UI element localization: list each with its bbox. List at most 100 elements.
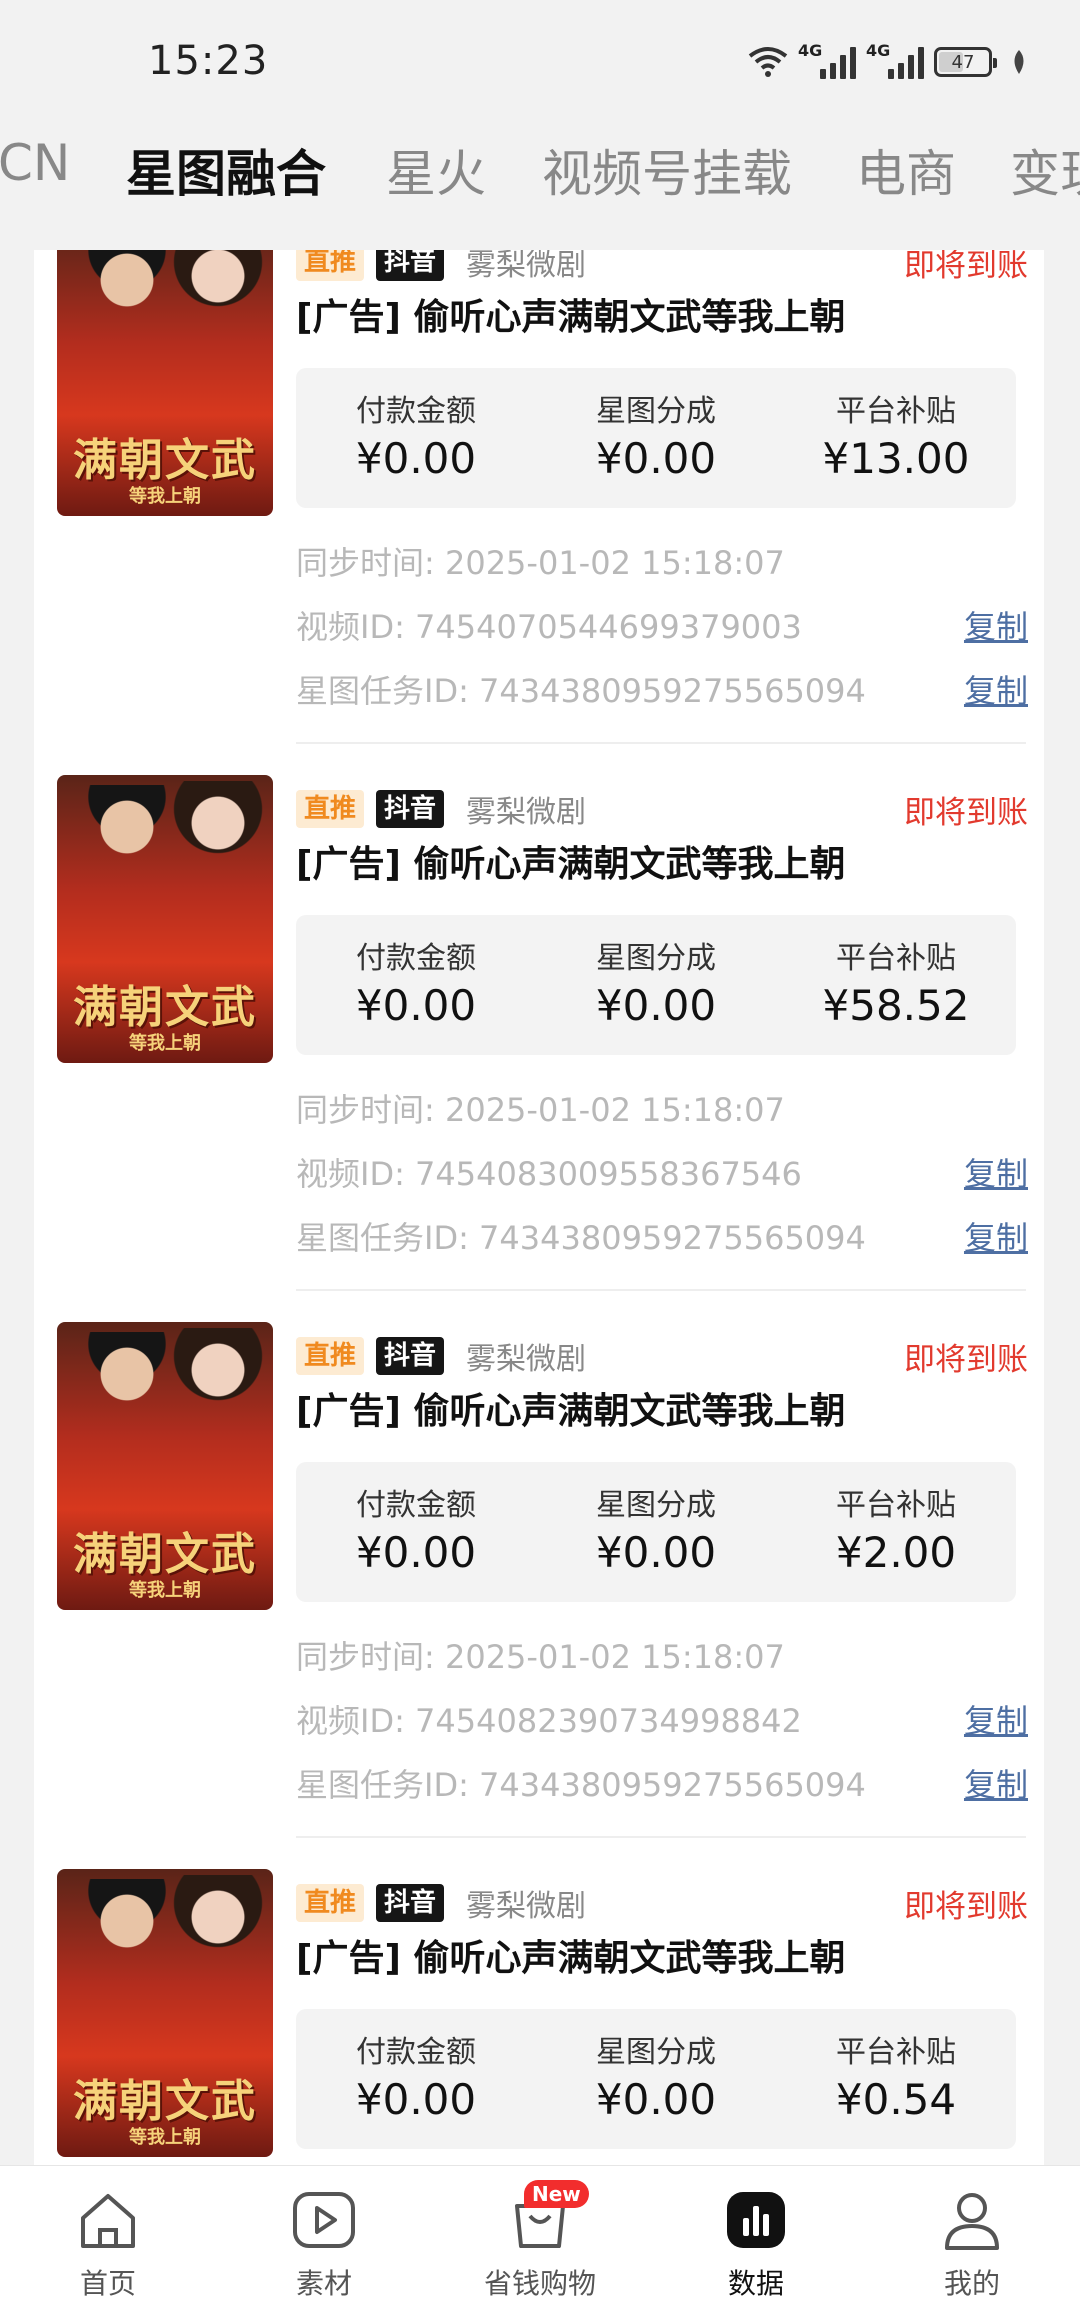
copy-task-id-button[interactable]: 复制: [964, 1760, 1028, 1806]
status-time: 15:23: [148, 38, 269, 84]
wifi-icon: [748, 47, 788, 77]
share-label: 星图分成: [596, 2035, 716, 2070]
tag-row: 直推 抖音 雾梨微剧: [296, 1883, 586, 1924]
task-id: 星图任务ID: 7434380959275565094: [296, 672, 866, 710]
tab-video-mount[interactable]: 视频号挂载: [542, 134, 792, 206]
order-list: 满朝文武 等我上朝 直推 抖音 雾梨微剧 即将到账 [广告] 偷听心声满朝文武等…: [34, 250, 1044, 2165]
task-id: 星图任务ID: 7434380959275565094: [296, 1219, 866, 1257]
copy-video-id-button[interactable]: 复制: [964, 602, 1028, 648]
item-title: [广告] 偷听心声满朝文武等我上朝: [296, 1938, 846, 1979]
subsidy-label: 平台补贴: [836, 2035, 956, 2070]
pay-amount: ¥0.00: [355, 1528, 477, 1577]
copy-task-id-button[interactable]: 复制: [964, 1213, 1028, 1259]
amount-panel: 付款金额 ¥0.00 星图分成 ¥0.00 平台补贴 ¥13.00: [296, 368, 1016, 508]
tab-xingtu-fusion[interactable]: 星图融合: [126, 134, 326, 206]
share-amount: ¥0.00: [595, 981, 717, 1030]
subsidy-amount: ¥0.54: [835, 2075, 957, 2124]
tab-xinghuo[interactable]: 星火: [386, 134, 486, 206]
list-item[interactable]: 满朝文武 等我上朝 直推 抖音 雾梨微剧 即将到账 [广告] 偷听心声满朝文武等…: [34, 775, 1044, 1322]
douyin-badge: 抖音: [376, 1337, 445, 1375]
source-name: 雾梨微剧: [466, 795, 587, 830]
top-tab-bar: CN 星图融合 星火 视频号挂载 电商 变现: [0, 120, 1080, 250]
item-title: [广告] 偷听心声满朝文武等我上朝: [296, 844, 846, 885]
task-id: 星图任务ID: 7434380959275565094: [296, 1766, 866, 1804]
tag-row: 直推 抖音 雾梨微剧: [296, 1336, 587, 1377]
new-badge: New: [524, 2180, 589, 2208]
copy-task-id-button[interactable]: 复制: [964, 666, 1028, 712]
share-amount: ¥0.00: [595, 2075, 717, 2124]
drama-poster[interactable]: 满朝文武 等我上朝: [57, 1869, 273, 2157]
pay-label: 付款金额: [356, 1488, 476, 1523]
subsidy-label: 平台补贴: [836, 941, 956, 976]
drama-poster[interactable]: 满朝文武 等我上朝: [57, 250, 273, 516]
pay-amount: ¥0.00: [355, 2075, 477, 2124]
sync-time: 同步时间: 2025-01-02 15:18:07: [296, 544, 785, 582]
tag-row: 直推 抖音 雾梨微剧: [296, 789, 587, 830]
copy-video-id-button[interactable]: 复制: [964, 1149, 1028, 1195]
amount-panel: 付款金额 ¥0.00 星图分成 ¥0.00 平台补贴 ¥58.52: [296, 915, 1016, 1055]
home-icon: [81, 2194, 135, 2248]
tab-ecommerce[interactable]: 电商: [856, 134, 956, 206]
source-name: 雾梨微剧: [466, 1342, 587, 1377]
video-id: 视频ID: 7454082390734998842: [296, 1702, 802, 1740]
nav-mine[interactable]: 我的: [864, 2166, 1080, 2310]
status-badge: 即将到账: [904, 1342, 1028, 1378]
drama-poster[interactable]: 满朝文武 等我上朝: [57, 1322, 273, 1610]
share-amount: ¥0.00: [595, 434, 717, 483]
status-bar: 15:23 4G 4G 47: [0, 0, 1080, 120]
cell-signal-icon: 4G: [866, 41, 924, 79]
direct-push-badge: 直推: [296, 250, 365, 281]
sync-time: 同步时间: 2025-01-02 15:18:07: [296, 1091, 785, 1129]
video-id: 视频ID: 7454083009558367546: [296, 1155, 802, 1193]
item-title: [广告] 偷听心声满朝文武等我上朝: [296, 1391, 846, 1432]
user-icon: [945, 2193, 999, 2250]
list-item[interactable]: 满朝文武 等我上朝 直推 抖音 雾梨微剧 即将到账 [广告] 偷听心声满朝文武等…: [34, 250, 1044, 775]
subsidy-amount: ¥13.00: [822, 434, 970, 483]
video-id: 视频ID: 7454070544699379003: [296, 608, 802, 646]
battery-icon: 47: [934, 47, 997, 77]
cell-signal-icon: 4G: [798, 41, 856, 79]
nav-material[interactable]: 素材: [216, 2166, 432, 2310]
douyin-badge: 抖音: [376, 790, 445, 828]
divider: [296, 1836, 1026, 1838]
amount-panel: 付款金额 ¥0.00 星图分成 ¥0.00 平台补贴 ¥2.00: [296, 1462, 1016, 1602]
douyin-badge: 抖音: [376, 1884, 445, 1922]
status-badge: 即将到账: [904, 1889, 1028, 1925]
direct-push-badge: 直推: [296, 790, 365, 828]
pay-amount: ¥0.00: [355, 434, 477, 483]
share-label: 星图分成: [596, 941, 716, 976]
share-amount: ¥0.00: [595, 1528, 717, 1577]
copy-video-id-button[interactable]: 复制: [964, 1696, 1028, 1742]
play-icon: [293, 2192, 355, 2248]
status-badge: 即将到账: [904, 795, 1028, 831]
drama-poster[interactable]: 满朝文武 等我上朝: [57, 775, 273, 1063]
tag-row: 直推 抖音 雾梨微剧: [296, 250, 587, 283]
direct-push-badge: 直推: [296, 1884, 365, 1922]
source-name: 雾梨微剧: [466, 250, 587, 283]
sync-time: 同步时间: 2025-01-02 15:18:07: [296, 1638, 785, 1676]
direct-push-badge: 直推: [296, 1337, 365, 1375]
nav-data[interactable]: 数据: [648, 2166, 864, 2310]
nav-home[interactable]: 首页: [0, 2166, 216, 2310]
status-badge: 即将到账: [904, 250, 1028, 284]
subsidy-amount: ¥2.00: [835, 1528, 957, 1577]
pay-label: 付款金额: [356, 2035, 476, 2070]
subsidy-amount: ¥58.52: [822, 981, 970, 1030]
tab-monetize[interactable]: 变现: [1010, 134, 1080, 206]
list-item[interactable]: 满朝文武 等我上朝 直推 抖音 雾梨微剧 即将到账 [广告] 偷听心声满朝文武等…: [34, 1322, 1044, 1869]
item-title: [广告] 偷听心声满朝文武等我上朝: [296, 297, 846, 338]
list-item[interactable]: 满朝文武 等我上朝 直推 抖音 雾梨微剧 即将到账 [广告] 偷听心声满朝文武等…: [34, 1869, 1044, 2165]
bottom-nav: 首页 素材 省钱购物 New 数据 我的: [0, 2165, 1080, 2310]
tab-cn[interactable]: CN: [0, 134, 70, 192]
pay-amount: ¥0.00: [355, 981, 477, 1030]
subsidy-label: 平台补贴: [836, 1488, 956, 1523]
subsidy-label: 平台补贴: [836, 394, 956, 429]
share-label: 星图分成: [596, 394, 716, 429]
pay-label: 付款金额: [356, 941, 476, 976]
share-label: 星图分成: [596, 1488, 716, 1523]
bar-chart-icon: [727, 2192, 785, 2248]
amount-panel: 付款金额 ¥0.00 星图分成 ¥0.00 平台补贴 ¥0.54: [296, 2009, 1016, 2149]
pay-label: 付款金额: [356, 394, 476, 429]
douyin-badge: 抖音: [376, 250, 445, 281]
leaf-icon: [1014, 50, 1024, 74]
